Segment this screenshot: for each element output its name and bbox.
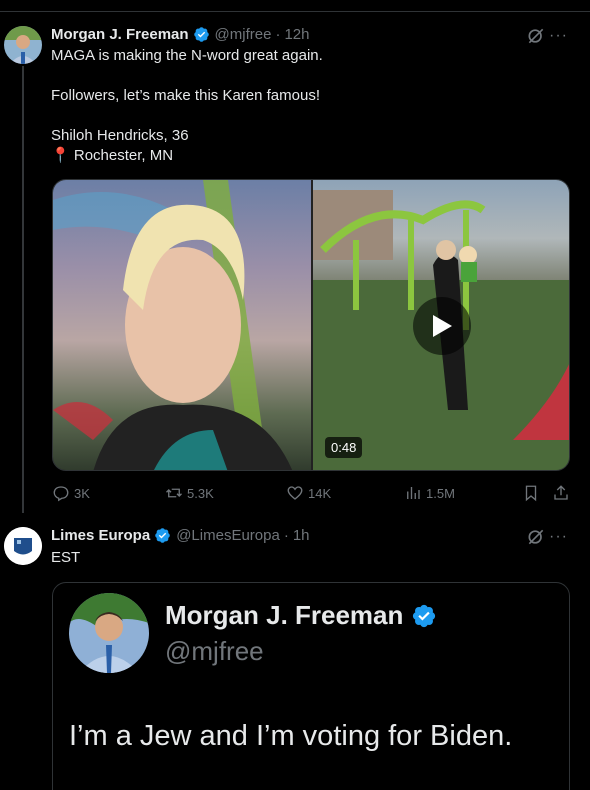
avatar[interactable] [4,527,42,565]
location-text: Rochester, MN [73,147,174,164]
tweet-line [51,106,323,126]
share-button[interactable] [552,484,574,502]
author-name[interactable]: Limes Europa [51,527,150,544]
verified-badge-icon [413,604,436,627]
views-icon [407,487,420,499]
timestamp[interactable]: 1h [293,527,310,544]
reply-button[interactable]: 3K [52,484,90,502]
quote-text: I’m a Jew and I’m voting for Biden. [69,720,513,752]
repost-count: 5.3K [187,485,214,501]
tweet-header: Morgan J. Freeman @mjfree · 12h [51,26,309,43]
quote-avatar [69,593,149,673]
share-icon [554,485,568,500]
like-count: 14K [308,485,332,501]
quote-author-handle: @mjfree [165,636,264,666]
views-button[interactable]: 1.5M [404,484,455,502]
verified-badge-icon [155,528,170,543]
like-button[interactable]: 14K [286,484,331,502]
timestamp[interactable]: 12h [284,26,309,43]
quoted-tweet-image[interactable]: Morgan J. Freeman @mjfree I’m a Jew and … [52,582,570,790]
quote-name-text: Morgan J. Freeman [165,600,404,630]
tweet-line: MAGA is making the N-word great again. [51,47,323,64]
view-count: 1.5M [426,485,455,501]
tweet-text: MAGA is making the N-word great again. F… [51,46,323,166]
avatar[interactable] [4,26,42,64]
reply-icon [53,486,69,502]
separator-dot: · [283,527,289,544]
repost-button[interactable]: 5.3K [165,484,214,502]
play-button[interactable] [413,297,471,355]
tweet-text: EST [51,549,81,566]
tweet-line [51,66,323,86]
video-media[interactable]: 0:48 [52,179,570,471]
video-frame-left [53,180,311,470]
reply-count: 3K [74,485,90,501]
quote-author-name: Morgan J. Freeman [165,600,437,631]
tweet-line-location: 📍 Rochester, MN [51,146,323,166]
bookmark-icon [525,485,537,502]
author-name[interactable]: Morgan J. Freeman [51,26,189,43]
more-options-icon[interactable]: ··· [549,28,568,44]
grok-icon[interactable] [526,527,546,547]
heart-icon [287,486,303,500]
verified-badge-icon [193,27,209,42]
repost-icon [166,488,182,498]
tweet-header: Limes Europa @LimesEuropa · 1h [51,527,310,544]
grok-icon[interactable] [526,26,546,46]
tweet-line: Shiloh Hendricks, 36 [51,127,189,144]
action-bar: 3K 5.3K 14K 1.5M [52,484,570,504]
location-pin-icon: 📍 [51,147,70,164]
separator-dot: · [275,26,281,43]
tweet-1[interactable]: Morgan J. Freeman @mjfree · 12h ··· MAGA… [0,0,590,520]
author-handle[interactable]: @LimesEuropa [176,527,280,544]
video-duration: 0:48 [325,437,363,458]
author-handle[interactable]: @mjfree [215,26,272,43]
tweet-line: Followers, let’s make this Karen famous! [51,87,320,104]
more-options-icon[interactable]: ··· [549,529,568,545]
play-icon [433,315,452,337]
bookmark-button[interactable] [522,484,544,502]
